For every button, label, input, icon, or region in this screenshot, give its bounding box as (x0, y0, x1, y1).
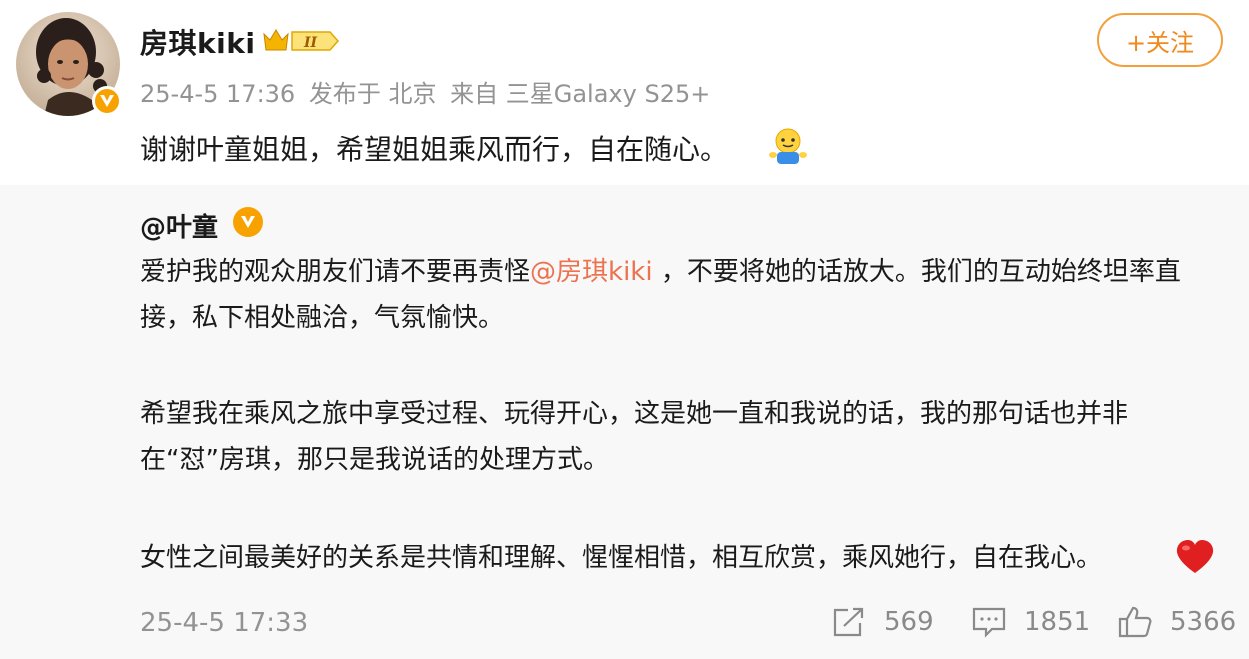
post-location: 发布于 北京 (308, 80, 437, 108)
verified-v-icon (92, 86, 122, 116)
repost-count: 569 (884, 607, 934, 637)
verified-v-icon (233, 207, 263, 237)
follow-button[interactable]: +关注 (1097, 13, 1223, 67)
comment-icon (972, 607, 1006, 638)
like-button[interactable]: 5366 (1118, 606, 1236, 638)
post-text: 谢谢叶童姐姐，希望姐姐乘风而行，自在随心。 (140, 133, 729, 166)
repost-text: 爱护我的观众朋友们请不要再责怪 (140, 257, 531, 287)
mention-link[interactable]: @房琪kiki (530, 257, 653, 287)
emoji-sticker-icon (769, 128, 807, 164)
reposted-content: @叶童 爱护我的观众朋友们请不要再责怪@房琪kiki ，不要将她的话放大。我们的… (0, 185, 1249, 659)
repost-paragraph-3: 女性之间最美好的关系是共情和理解、惺惺相惜，相互欣赏，乘风她行，自在我心。 (140, 543, 1103, 573)
repost-paragraph-2: 希望我在乘风之旅中享受过程、玩得开心，这是她一直和我说的话，我的那句话也并非在“… (140, 399, 1129, 475)
svg-text:II: II (303, 35, 318, 51)
post-device: 来自 三星Galaxy S25+ (450, 80, 711, 108)
heart-emoji-icon (1176, 540, 1214, 573)
repost-button[interactable]: 569 (832, 606, 934, 638)
like-count: 5366 (1170, 607, 1237, 637)
like-icon (1118, 606, 1152, 638)
post-date[interactable]: 25-4-5 17:36 (140, 80, 295, 108)
vip-crown-badge-icon: II (263, 29, 340, 51)
post-author-name[interactable]: 房琪kiki (140, 22, 255, 62)
repost-author-name[interactable]: @叶童 (140, 207, 218, 244)
comment-count: 1851 (1024, 607, 1091, 637)
post-header: 房琪kiki II +关注 25-4-5 17:36 发布于 北京 来自 三星G… (0, 0, 1249, 185)
post-meta: 25-4-5 17:36 发布于 北京 来自 三星Galaxy S25+ (140, 74, 716, 109)
repost-icon (833, 607, 864, 637)
comment-button[interactable]: 1851 (972, 606, 1090, 638)
repost-paragraph-1: 爱护我的观众朋友们请不要再责怪@房琪kiki ，不要将她的话放大。我们的互动始终… (140, 249, 1220, 341)
author-avatar[interactable] (16, 12, 122, 116)
repost-footer: 25-4-5 17:33 569 1851 5366 (0, 592, 1249, 659)
repost-time[interactable]: 25-4-5 17:33 (140, 608, 308, 638)
